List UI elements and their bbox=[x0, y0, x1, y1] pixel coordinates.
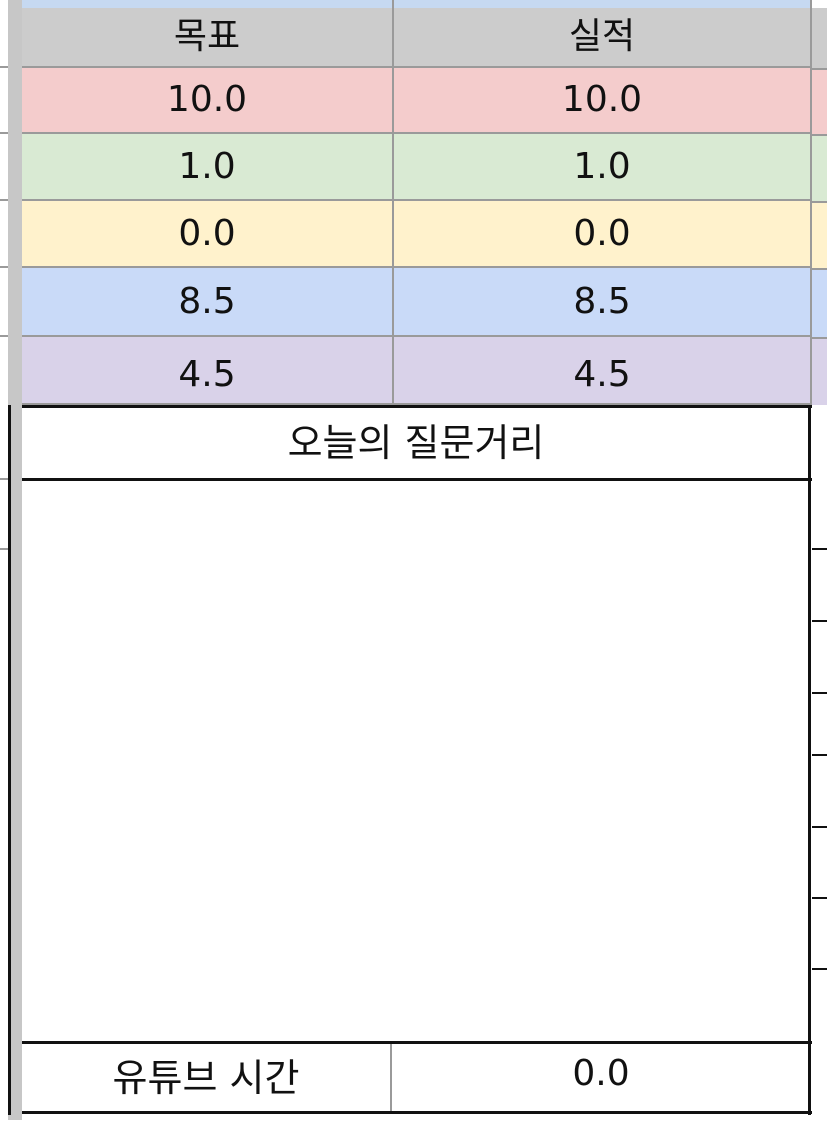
spreadsheet-view: 목표 실적 10.0 10.0 1.0 1.0 0.0 0.0 8.5 8.5 … bbox=[0, 0, 827, 1135]
previous-row-edge bbox=[22, 0, 812, 8]
adjacent-column-edge bbox=[812, 337, 827, 405]
header-row: 목표 실적 bbox=[22, 8, 812, 68]
adjacent-column-edge bbox=[812, 68, 827, 134]
adjacent-column-edge bbox=[812, 134, 827, 201]
question-title[interactable]: 오늘의 질문거리 bbox=[22, 408, 810, 478]
table-row: 4.5 4.5 bbox=[22, 337, 812, 405]
youtube-time-label[interactable]: 유튜브 시간 bbox=[22, 1044, 392, 1111]
question-answer-area[interactable] bbox=[22, 481, 808, 1041]
adjacent-column-edge bbox=[812, 201, 827, 268]
table-row: 1.0 1.0 bbox=[22, 134, 812, 201]
target-cell[interactable]: 8.5 bbox=[22, 268, 394, 337]
target-cell[interactable]: 4.5 bbox=[22, 337, 394, 405]
adjacent-column-edge bbox=[812, 8, 827, 68]
target-cell[interactable]: 0.0 bbox=[22, 201, 394, 268]
target-cell[interactable]: 1.0 bbox=[22, 134, 394, 201]
table-row: 0.0 0.0 bbox=[22, 201, 812, 268]
actual-cell[interactable]: 1.0 bbox=[394, 134, 812, 201]
actual-cell[interactable]: 4.5 bbox=[394, 337, 812, 405]
adjacent-column-edge bbox=[812, 268, 827, 337]
block-right-border bbox=[808, 405, 811, 1115]
header-actual-cell[interactable]: 실적 bbox=[394, 8, 812, 68]
target-cell[interactable]: 10.0 bbox=[22, 68, 394, 134]
table-row: 10.0 10.0 bbox=[22, 68, 812, 134]
youtube-time-value[interactable]: 0.0 bbox=[394, 1044, 808, 1111]
header-target-cell[interactable]: 목표 bbox=[22, 8, 394, 68]
table-row: 8.5 8.5 bbox=[22, 268, 812, 337]
actual-cell[interactable]: 10.0 bbox=[394, 68, 812, 134]
actual-cell[interactable]: 8.5 bbox=[394, 268, 812, 337]
actual-cell[interactable]: 0.0 bbox=[394, 201, 812, 268]
block-bottom-border bbox=[22, 1111, 812, 1114]
block-left-border bbox=[8, 405, 11, 1115]
